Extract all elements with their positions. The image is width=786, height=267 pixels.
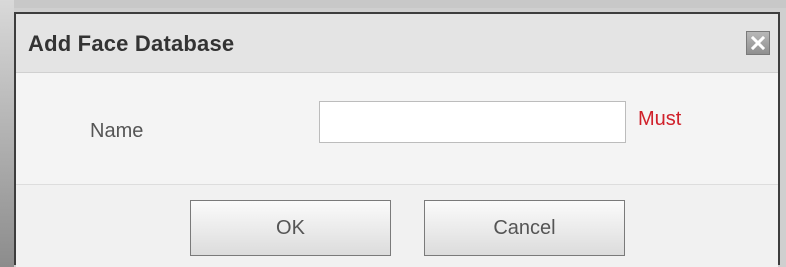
dialog-title: Add Face Database <box>28 31 235 56</box>
name-label: Name <box>90 120 144 142</box>
left-window-edge <box>0 0 14 267</box>
close-icon <box>750 35 766 51</box>
name-input[interactable] <box>319 101 626 143</box>
required-indicator: Must <box>638 108 682 130</box>
dialog-footer: OK Cancel <box>16 185 778 267</box>
ok-button[interactable]: OK <box>190 200 391 256</box>
dialog-header: Add Face Database <box>16 14 778 73</box>
cancel-button[interactable]: Cancel <box>424 200 625 256</box>
add-face-database-dialog: Add Face Database Name Must OK Cancel <box>14 12 780 267</box>
close-button[interactable] <box>746 31 770 55</box>
dialog-body: Name Must <box>16 73 778 185</box>
background-strip <box>0 0 786 8</box>
